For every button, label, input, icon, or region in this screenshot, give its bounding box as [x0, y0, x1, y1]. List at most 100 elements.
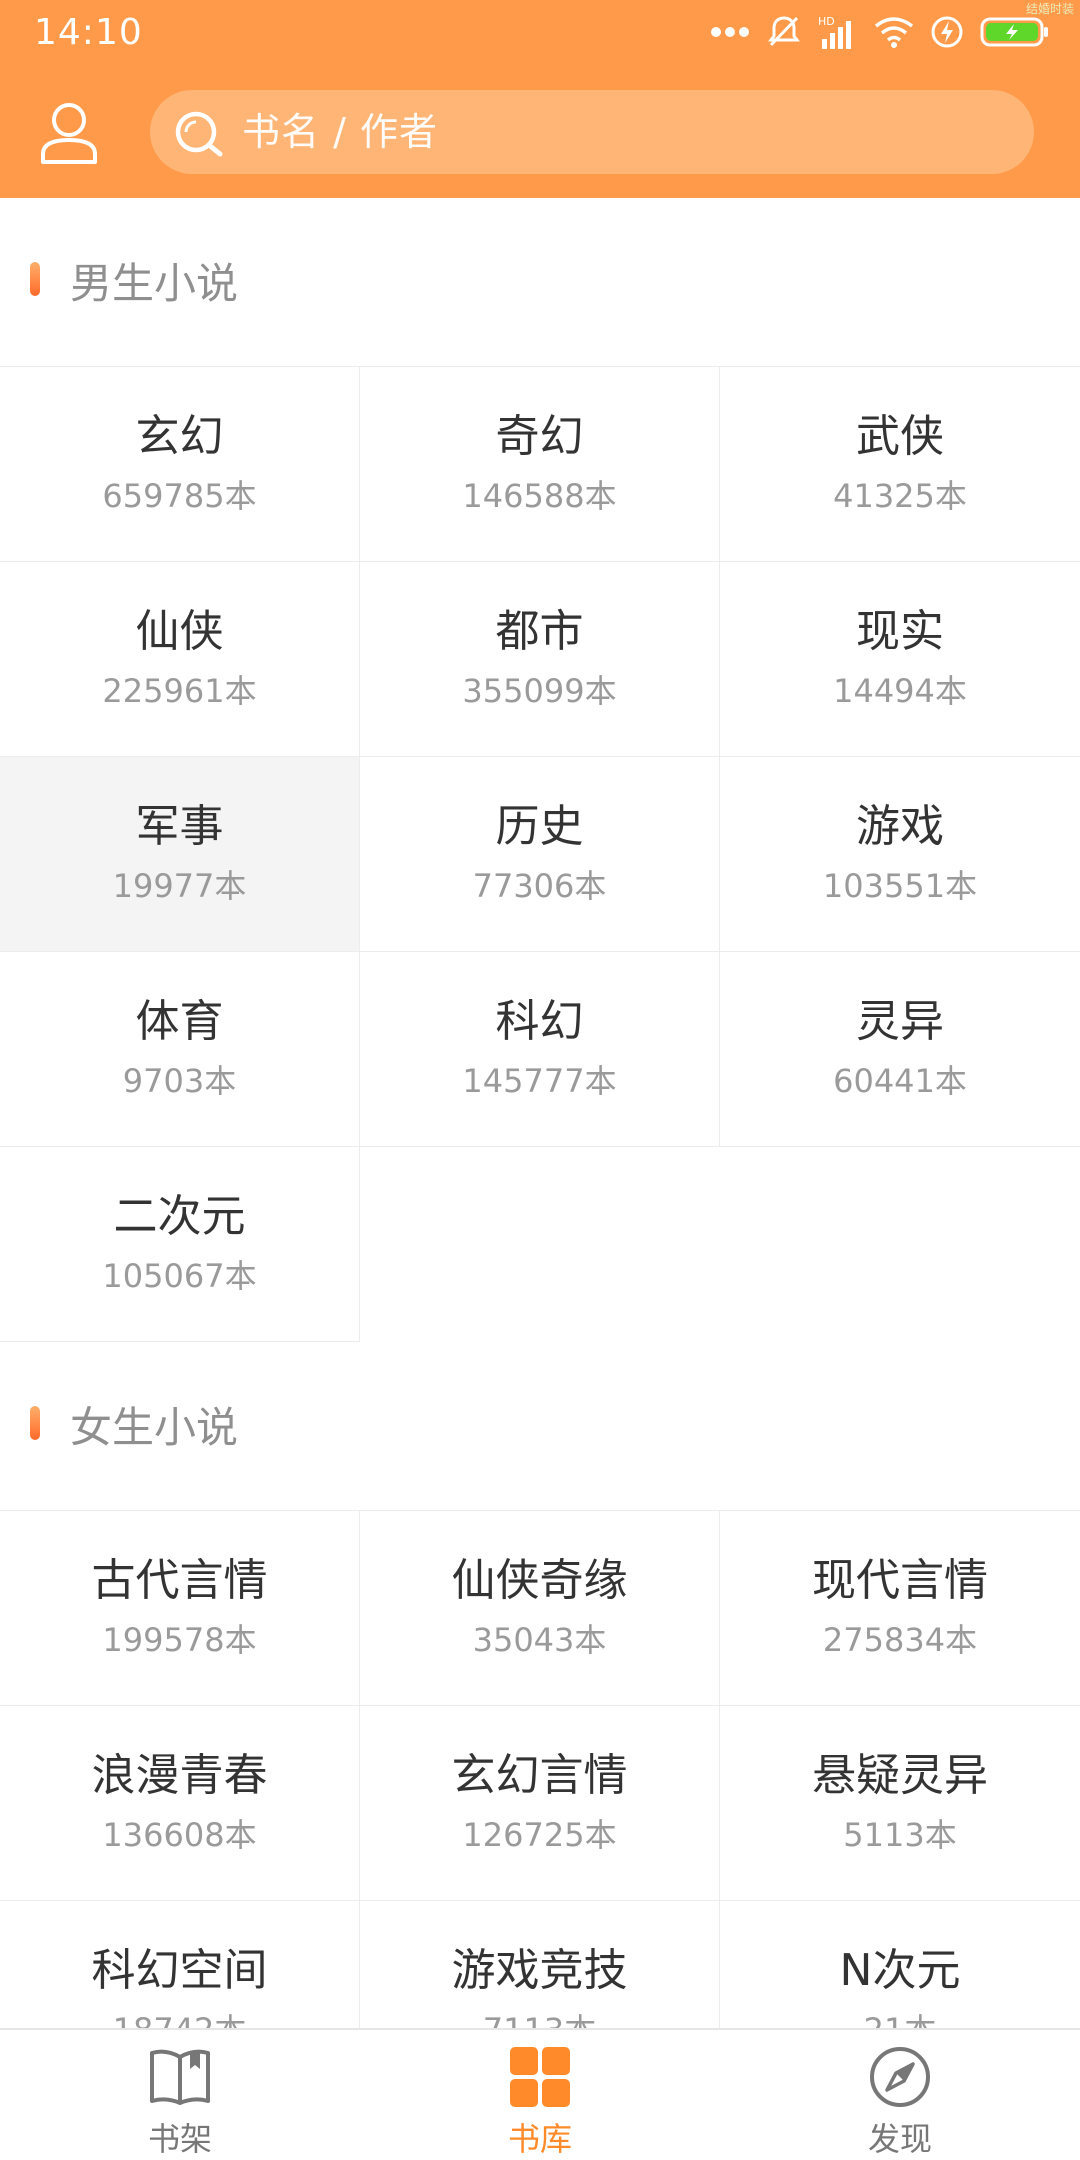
status-time: 14:10 [34, 12, 143, 53]
app-root: 14:10 结婚时装 HD 书名 / 作者 男生小说 玄幻 659785本 奇幻… [0, 0, 1080, 2160]
category-count: 145777本 [462, 1062, 617, 1101]
user-icon [41, 103, 97, 164]
nav-label: 发现 [867, 2120, 932, 2158]
charging-icon [931, 16, 963, 48]
category-cell[interactable]: 科幻空间 18742本 [0, 1901, 360, 2028]
empty-cell [720, 1147, 1080, 1342]
search-box[interactable] [150, 90, 1034, 174]
category-name: 仙侠 [135, 605, 224, 657]
category-cell[interactable]: 古代言情 199578本 [0, 1511, 360, 1706]
category-name: 玄幻 [135, 410, 224, 462]
bookshelf-icon [150, 2049, 210, 2105]
category-count: 199578本 [102, 1621, 257, 1660]
nav-library[interactable]: 书库 [360, 2030, 720, 2160]
category-count: 35043本 [472, 1621, 607, 1660]
category-name: 玄幻言情 [451, 1749, 628, 1801]
category-count: 18742本 [113, 2005, 247, 2028]
section-accent-bar [30, 262, 40, 296]
category-count: 659785本 [102, 477, 257, 516]
bottom-nav: 书架 书库 发现 [0, 2028, 1080, 2160]
category-count: 103551本 [822, 867, 978, 906]
status-bar: 14:10 结婚时装 HD [0, 0, 1080, 70]
category-name: 历史 [495, 800, 584, 852]
category-count: 5113本 [843, 1816, 957, 1855]
category-cell[interactable]: 体育 9703本 [0, 952, 360, 1147]
section-title-female: 女生小说 [0, 1342, 1080, 1510]
category-name: 古代言情 [91, 1554, 268, 1606]
category-cell[interactable]: N次元 21本 [720, 1901, 1080, 2028]
category-grid-male: 玄幻 659785本 奇幻 146588本 武侠 41325本 仙侠 225961本 都… [0, 366, 1080, 1342]
profile-button[interactable] [34, 96, 104, 170]
nav-discover[interactable]: 发现 [720, 2030, 1080, 2160]
category-count: 355099本 [462, 672, 617, 711]
category-name: 浪漫青春 [91, 1749, 268, 1801]
category-cell[interactable]: 二次元 105067本 [0, 1147, 360, 1342]
category-count: 21本 [864, 2005, 937, 2028]
wifi-icon [874, 17, 914, 48]
category-count: 126725本 [462, 1816, 617, 1855]
category-name: 游戏竞技 [451, 1944, 628, 1996]
section-title-text: 女生小说 [70, 1403, 239, 1452]
search-icon [175, 111, 223, 157]
category-cell[interactable]: 现代言情 275834本 [720, 1511, 1080, 1706]
category-count: 77306本 [472, 867, 607, 906]
category-cell[interactable]: 历史 77306本 [360, 757, 720, 952]
category-name: 现实 [856, 605, 944, 657]
category-count: 225961本 [102, 672, 257, 711]
nav-label: 书架 [147, 2120, 212, 2158]
category-name: 军事 [135, 800, 224, 852]
category-cell[interactable]: 浪漫青春 136608本 [0, 1706, 360, 1901]
category-cell[interactable]: 玄幻言情 126725本 [360, 1706, 720, 1901]
category-count: 9703本 [122, 1062, 237, 1101]
category-cell[interactable]: 奇幻 146588本 [360, 367, 720, 562]
nav-label: 书库 [507, 2120, 572, 2158]
category-count: 19977本 [112, 867, 247, 906]
category-name: 二次元 [113, 1190, 246, 1242]
category-cell[interactable]: 悬疑灵异 5113本 [720, 1706, 1080, 1901]
category-name: 悬疑灵异 [812, 1749, 988, 1801]
category-name: 都市 [495, 605, 584, 657]
more-dots-icon [711, 27, 749, 37]
category-name: 现代言情 [812, 1554, 988, 1606]
category-content: 男生小说 玄幻 659785本 奇幻 146588本 武侠 41325本 仙侠 2259… [0, 198, 1080, 2028]
category-name: 科幻 [495, 995, 584, 1047]
category-cell[interactable]: 玄幻 659785本 [0, 367, 360, 562]
category-count: 60441本 [833, 1062, 967, 1101]
signal-icon: HD [818, 15, 851, 49]
category-cell[interactable]: 灵异 60441本 [720, 952, 1080, 1147]
category-count: 14494本 [833, 672, 967, 711]
category-cell[interactable]: 科幻 145777本 [360, 952, 720, 1147]
category-count: 146588本 [462, 477, 617, 516]
category-cell[interactable]: 现实 14494本 [720, 562, 1080, 757]
category-grid-female: 古代言情 199578本 仙侠奇缘 35043本 现代言情 275834本 浪漫青春 1… [0, 1510, 1080, 2028]
category-name: 仙侠奇缘 [451, 1554, 628, 1606]
category-cell[interactable]: 仙侠 225961本 [0, 562, 360, 757]
category-cell[interactable]: 游戏竞技 7113本 [360, 1901, 720, 2028]
category-cell[interactable]: 都市 355099本 [360, 562, 720, 757]
category-name: 武侠 [856, 410, 944, 462]
category-name: N次元 [839, 1944, 961, 1996]
category-cell[interactable]: 仙侠奇缘 35043本 [360, 1511, 720, 1706]
mute-bell-icon [768, 16, 800, 47]
top-nav-row [0, 88, 1080, 178]
search-input[interactable] [242, 90, 1002, 174]
status-icons: HD [710, 14, 1050, 50]
compass-icon [870, 2047, 930, 2107]
category-count: 105067本 [102, 1257, 257, 1296]
section-title-text: 男生小说 [70, 259, 239, 308]
category-count: 41325本 [833, 477, 967, 516]
category-cell[interactable]: 游戏 103551本 [720, 757, 1080, 952]
category-cell[interactable]: 武侠 41325本 [720, 367, 1080, 562]
category-cell[interactable]: 军事 19977本 [0, 757, 360, 952]
category-name: 科幻空间 [91, 1944, 268, 1996]
category-name: 体育 [135, 995, 224, 1047]
category-name: 灵异 [856, 995, 944, 1047]
svg-text:HD: HD [818, 15, 835, 28]
library-grid-icon [510, 2047, 570, 2107]
category-count: 7113本 [483, 2005, 596, 2028]
section-accent-bar [30, 1406, 40, 1440]
nav-bookshelf[interactable]: 书架 [0, 2030, 360, 2160]
category-count: 275834本 [822, 1621, 978, 1660]
section-title-male: 男生小说 [0, 198, 1080, 366]
header: 14:10 结婚时装 HD [0, 0, 1080, 198]
